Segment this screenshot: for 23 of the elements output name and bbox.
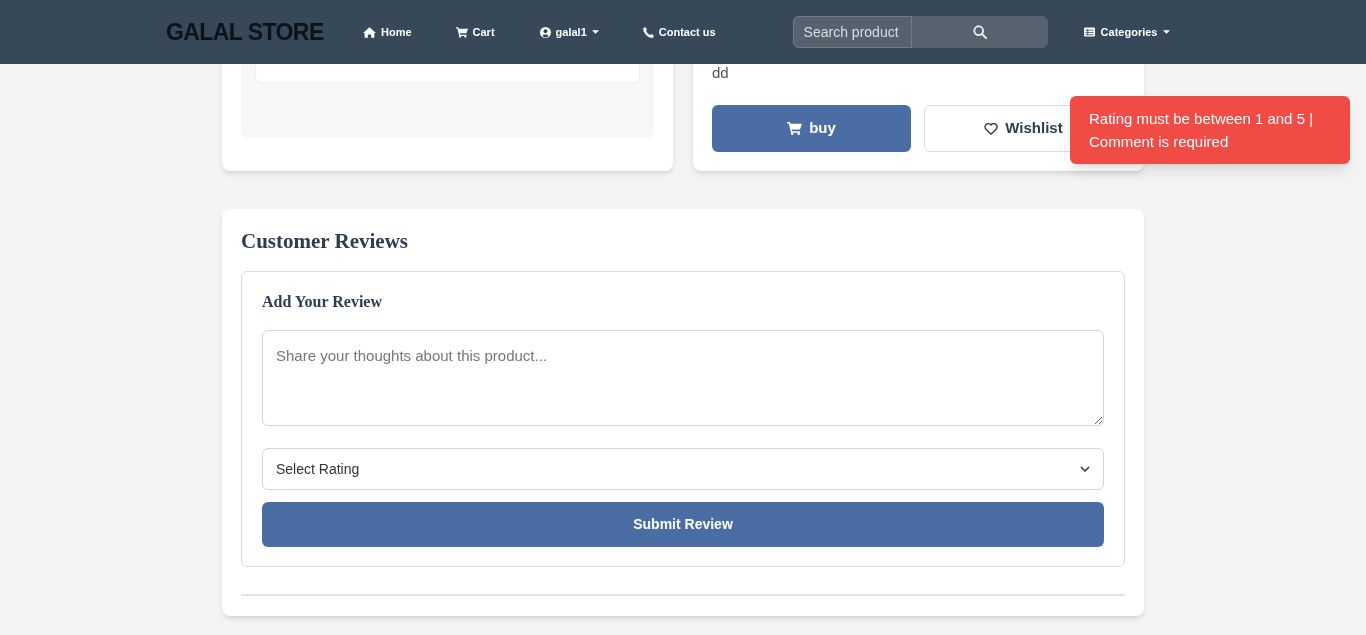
categories-menu[interactable]: Categories — [1083, 23, 1171, 41]
home-icon — [363, 26, 376, 38]
rating-select[interactable]: Select Rating — [262, 448, 1104, 490]
nav-link[interactable]: Cart — [455, 23, 495, 41]
cart-icon — [455, 26, 468, 38]
list-icon — [1083, 27, 1095, 37]
cart-icon — [787, 122, 803, 135]
section-title: Customer Reviews — [241, 229, 409, 253]
error-toast: Rating must be between 1 and 5 | Comment is required — [1070, 96, 1350, 164]
buy-button[interactable]: buy — [712, 105, 911, 152]
search-icon[interactable] — [972, 25, 987, 39]
submit-review-button[interactable]: Submit Review — [262, 502, 1104, 547]
nav-link[interactable]: galal1 — [539, 23, 599, 41]
heart-icon — [984, 122, 999, 135]
nav-link[interactable]: Contact us — [642, 23, 716, 41]
user-icon — [539, 26, 551, 38]
search-field[interactable]: Search product — [792, 16, 912, 48]
comment-field[interactable]: Share your thoughts about this product... — [262, 330, 1104, 426]
nav-link[interactable]: Home — [363, 23, 412, 41]
form-title: Add Your Review — [262, 292, 383, 312]
phone-icon — [642, 26, 654, 38]
description-text: dd — [712, 64, 730, 82]
chevron-down-icon — [1080, 466, 1090, 472]
